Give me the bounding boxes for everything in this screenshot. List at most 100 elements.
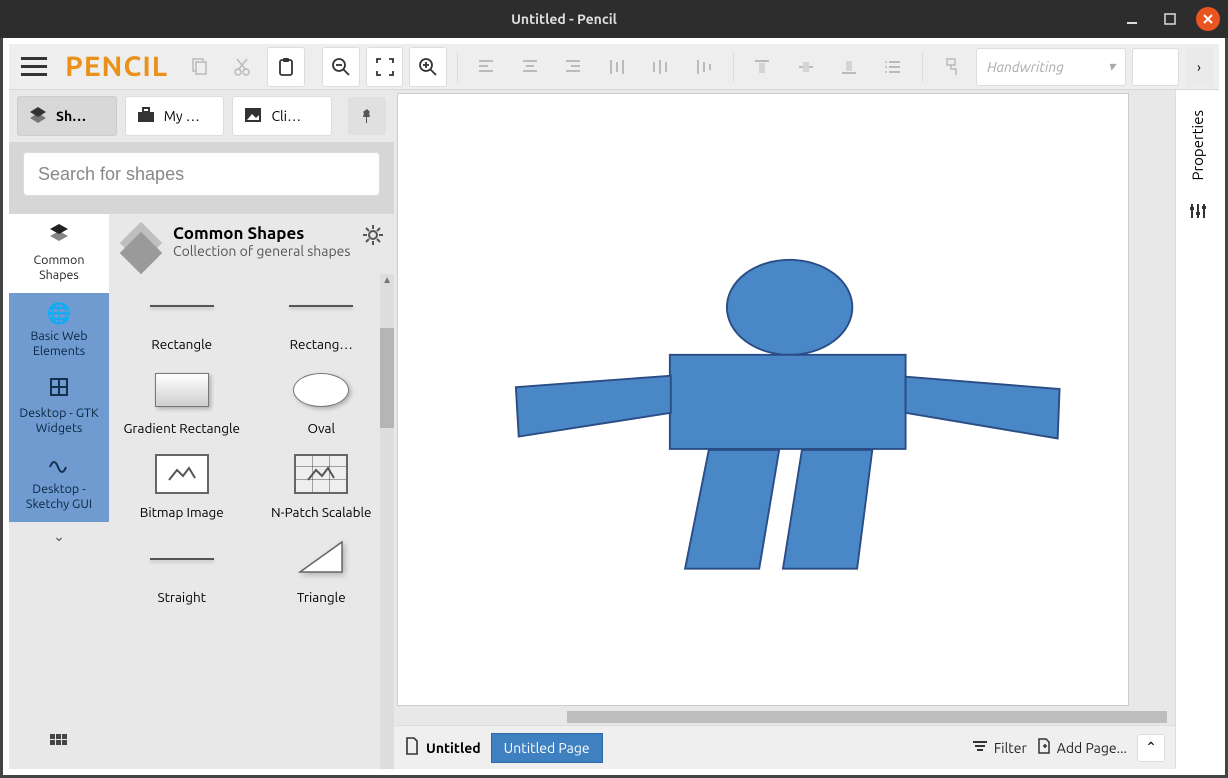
- app-brand: PENCIL: [59, 51, 174, 82]
- window-maximize-button[interactable]: [1158, 7, 1182, 31]
- shape-item[interactable]: N-Patch Scalable: [255, 446, 389, 524]
- properties-panel-collapsed[interactable]: Properties: [1175, 90, 1219, 769]
- canvas-shape[interactable]: [670, 355, 906, 449]
- document-name: Untitled: [426, 740, 481, 756]
- valign-middle-button[interactable]: [787, 47, 825, 87]
- copy-button[interactable]: [180, 47, 218, 87]
- zoom-fit-button[interactable]: [366, 47, 404, 87]
- canvas-shape[interactable]: [906, 377, 1060, 439]
- canvas-shape[interactable]: [783, 450, 872, 569]
- shape-item[interactable]: Rectangle: [115, 278, 249, 356]
- stack-icon: [119, 224, 163, 268]
- shape-scrollbar-thumb[interactable]: [380, 328, 394, 428]
- valign-top-button[interactable]: [744, 47, 782, 87]
- tab-clipart-label: Cli…: [271, 108, 301, 124]
- category-column: Common Shapes 🌐 Basic Web Elements Deskt…: [9, 214, 109, 769]
- page-tab[interactable]: Untitled Page: [491, 733, 603, 763]
- list-button[interactable]: [874, 47, 912, 87]
- gear-icon: [362, 224, 384, 246]
- category-more-button[interactable]: ⌄: [9, 522, 109, 551]
- canvas-shape[interactable]: [516, 376, 671, 437]
- shape-label: Straight: [117, 589, 247, 605]
- layers-icon: [28, 105, 48, 128]
- category-grid-button[interactable]: [9, 720, 109, 769]
- dist-right-button[interactable]: [685, 47, 723, 87]
- left-panel: Sh… My … Cli…: [9, 90, 394, 769]
- format-painter-button[interactable]: [933, 47, 971, 87]
- shape-label: Rectangle: [117, 336, 247, 352]
- squiggle-icon: [13, 454, 105, 478]
- shape-label: N-Patch Scalable: [257, 504, 387, 520]
- shape-list: Common Shapes Collection of general shap…: [109, 214, 394, 769]
- filter-label: Filter: [994, 740, 1027, 756]
- briefcase-icon: [136, 106, 156, 127]
- tab-shapes-label: Sh…: [56, 108, 86, 124]
- tab-clipart[interactable]: Cli…: [232, 96, 332, 136]
- document-icon: [404, 737, 420, 758]
- align-right-button[interactable]: [555, 47, 593, 87]
- shape-label: Gradient Rectangle: [117, 420, 247, 436]
- window-minimize-button[interactable]: [1120, 7, 1144, 31]
- category-label: Desktop - Sketchy GUI: [26, 482, 92, 511]
- pagebar-chevron-button[interactable]: ⌃: [1137, 734, 1165, 762]
- menu-button[interactable]: [15, 47, 53, 87]
- toolbar-overflow-button[interactable]: ›: [1185, 47, 1213, 87]
- category-label: Basic Web Elements: [30, 329, 87, 358]
- drawing-canvas[interactable]: [397, 93, 1129, 706]
- category-gtk[interactable]: Desktop - GTK Widgets: [9, 369, 109, 446]
- cut-button[interactable]: [224, 47, 262, 87]
- font-family-value: Handwriting: [987, 59, 1064, 75]
- pin-panel-button[interactable]: [348, 97, 386, 135]
- shape-item[interactable]: Gradient Rectangle: [115, 362, 249, 440]
- properties-label: Properties: [1189, 98, 1206, 193]
- canvas-shape[interactable]: [685, 450, 779, 569]
- shape-item[interactable]: Bitmap Image: [115, 446, 249, 524]
- shape-search-input[interactable]: [23, 152, 380, 196]
- font-family-select[interactable]: Handwriting ▾: [976, 48, 1126, 86]
- valign-bottom-button[interactable]: [831, 47, 869, 87]
- zoom-in-button[interactable]: [409, 47, 447, 87]
- collection-title: Common Shapes: [173, 224, 350, 243]
- tab-mystuff-label: My …: [164, 108, 200, 124]
- category-label: Common Shapes: [34, 253, 85, 282]
- tab-shapes[interactable]: Sh…: [17, 96, 117, 136]
- add-page-icon: [1037, 738, 1051, 757]
- shape-item[interactable]: Oval: [255, 362, 389, 440]
- dist-left-button[interactable]: [598, 47, 636, 87]
- canvas-area: Untitled Untitled Page Filter Add Page..…: [394, 90, 1175, 769]
- filter-button[interactable]: Filter: [972, 739, 1027, 756]
- category-sketchy[interactable]: Desktop - Sketchy GUI: [9, 446, 109, 522]
- zoom-out-button[interactable]: [322, 47, 360, 87]
- page-name: Untitled Page: [504, 740, 590, 756]
- add-page-button[interactable]: Add Page...: [1037, 738, 1127, 757]
- collection-settings-button[interactable]: [362, 224, 384, 249]
- shape-item[interactable]: Straight: [115, 531, 249, 609]
- image-icon: [243, 106, 263, 127]
- page-bar: Untitled Untitled Page Filter Add Page..…: [394, 725, 1175, 769]
- category-basic-web[interactable]: 🌐 Basic Web Elements: [9, 293, 109, 369]
- collection-subtitle: Collection of general shapes: [173, 243, 350, 259]
- align-center-button[interactable]: [511, 47, 549, 87]
- shape-item[interactable]: Rectang…: [255, 278, 389, 356]
- hscroll-thumb[interactable]: [567, 711, 1167, 723]
- category-common-shapes[interactable]: Common Shapes: [9, 214, 109, 293]
- align-left-button[interactable]: [468, 47, 506, 87]
- window-close-button[interactable]: [1196, 7, 1220, 31]
- window-titlebar: Untitled - Pencil: [0, 0, 1228, 38]
- font-size-input[interactable]: [1132, 48, 1179, 86]
- main-toolbar: PENCIL Handwriting ▾: [9, 44, 1219, 90]
- tab-mystuff[interactable]: My …: [125, 96, 225, 136]
- canvas-shape[interactable]: [727, 260, 852, 355]
- dist-center-button[interactable]: [642, 47, 680, 87]
- category-label: Desktop - GTK Widgets: [19, 406, 98, 435]
- globe-icon: 🌐: [13, 301, 105, 325]
- shape-item[interactable]: Triangle: [255, 531, 389, 609]
- paste-button[interactable]: [267, 47, 305, 87]
- sliders-icon: [1188, 201, 1208, 224]
- shape-label: Rectang…: [257, 336, 387, 352]
- shape-label: Oval: [257, 420, 387, 436]
- canvas-hscroll[interactable]: [397, 709, 1129, 725]
- panel-tabs: Sh… My … Cli…: [9, 90, 394, 142]
- stack-icon: [13, 222, 105, 249]
- scroll-up-icon[interactable]: ▲: [382, 274, 392, 286]
